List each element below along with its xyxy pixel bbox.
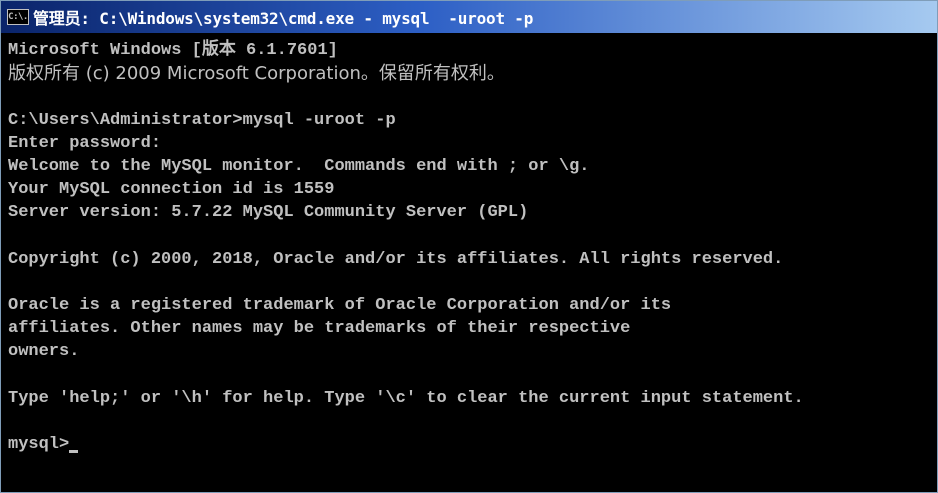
console-line: affiliates. Other names may be trademark… <box>8 319 631 339</box>
console-line: Type 'help;' or '\h' for help. Type '\c'… <box>8 388 804 408</box>
console-line: C:\Users\Administrator>mysql -uroot -p <box>8 110 396 130</box>
console-line: Server version: 5.7.22 MySQL Community S… <box>8 203 529 223</box>
console-line: owners. <box>8 342 80 362</box>
console-line: Copyright (c) 2000, 2018, Oracle and/or … <box>8 249 784 269</box>
console-line: Welcome to the MySQL monitor. Commands e… <box>8 156 590 176</box>
console-line: Oracle is a registered trademark of Orac… <box>8 296 672 316</box>
title-bar[interactable]: C:\. 管理员: C:\Windows\system32\cmd.exe - … <box>1 1 937 33</box>
console-output[interactable]: Microsoft Windows [版本 6.1.7601] 版权所有 (c)… <box>1 33 937 492</box>
window-title: 管理员: C:\Windows\system32\cmd.exe - mysql… <box>33 9 534 28</box>
mysql-prompt-row[interactable]: mysql> <box>8 433 937 456</box>
mysql-prompt: mysql> <box>8 435 70 455</box>
console-line: Microsoft Windows [版本 6.1.7601] <box>8 41 338 60</box>
console-line: 版权所有 (c) 2009 Microsoft Corporation。保留所有… <box>8 63 505 85</box>
cmd-window: C:\. 管理员: C:\Windows\system32\cmd.exe - … <box>0 0 938 493</box>
console-line: Your MySQL connection id is 1559 <box>8 180 335 200</box>
console-line: Enter password: <box>8 133 162 153</box>
text-cursor <box>69 450 79 454</box>
console-app-icon[interactable]: C:\. <box>7 9 29 25</box>
